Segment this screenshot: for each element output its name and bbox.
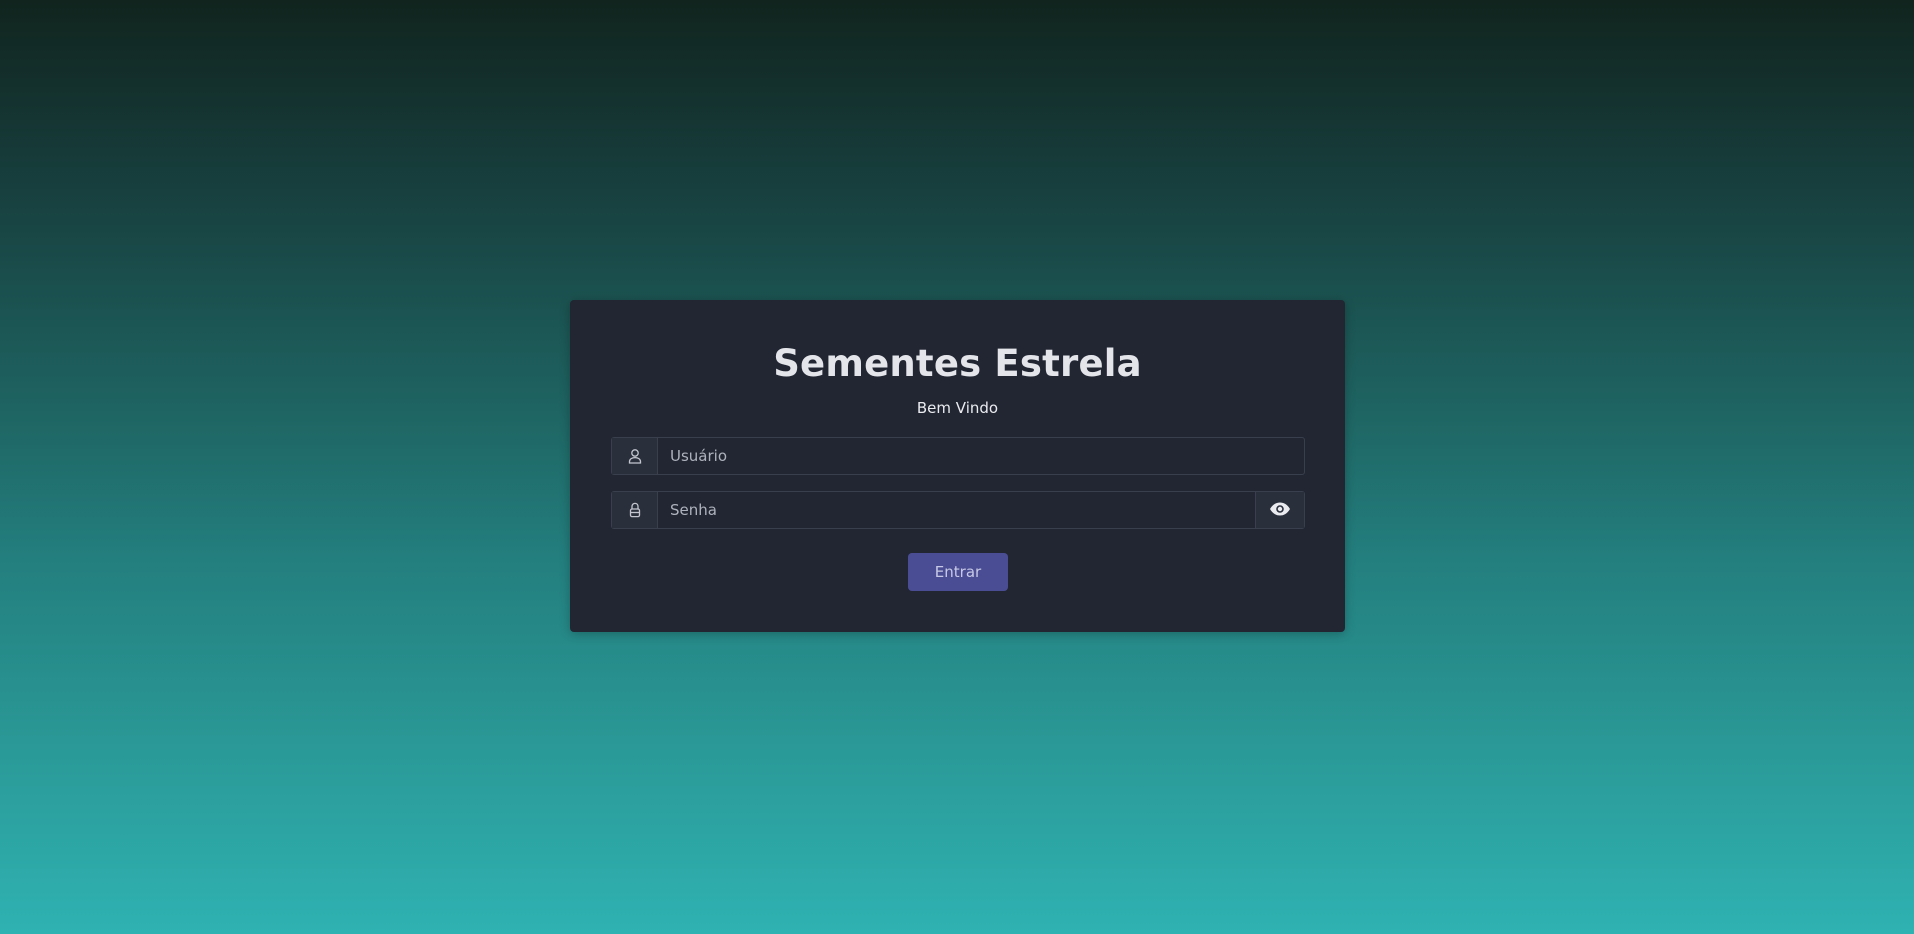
user-icon [612,438,658,474]
username-field[interactable] [658,438,1304,474]
lock-icon [612,492,658,528]
page-title: Sementes Estrela [773,342,1142,385]
eye-icon [1269,502,1291,519]
show-password-button[interactable] [1255,492,1304,528]
password-input-group [611,491,1305,529]
username-input-group [611,437,1305,475]
login-button[interactable]: Entrar [908,553,1008,591]
password-field[interactable] [658,492,1255,528]
welcome-subtitle: Bem Vindo [916,399,999,417]
login-card: Sementes Estrela Bem Vindo Usuário Entra… [570,300,1345,632]
